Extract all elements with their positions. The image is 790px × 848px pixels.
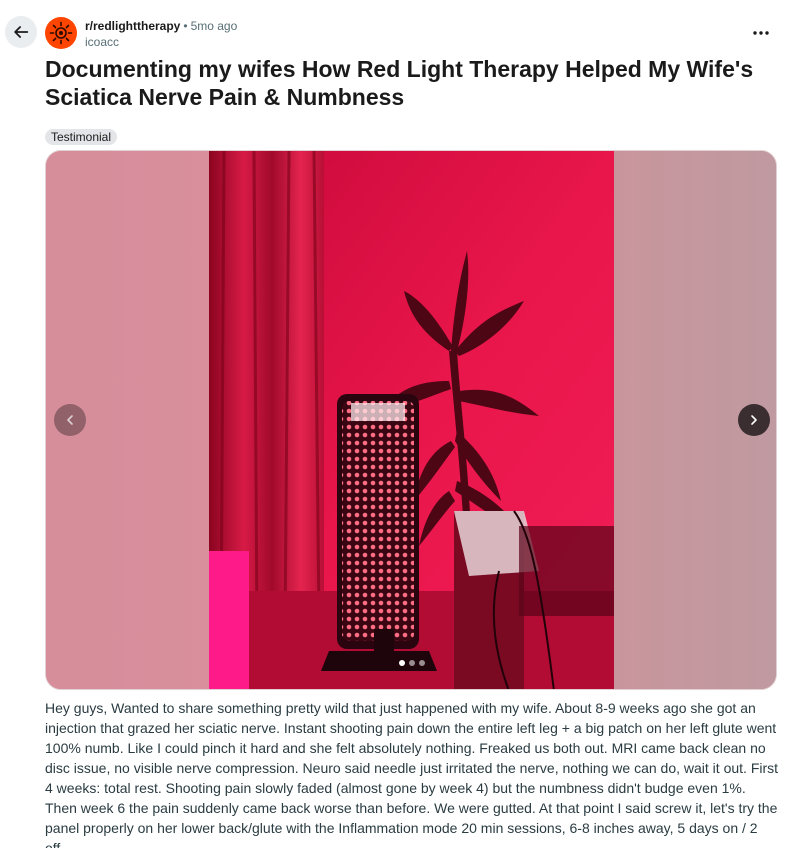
chevron-left-icon (67, 415, 73, 425)
post-title: Documenting my wifes How Red Light Thera… (45, 56, 754, 110)
post-meta: r/redlighttherapy • 5mo ago (85, 18, 237, 34)
light-bulb-icon (49, 21, 73, 45)
more-options-button[interactable] (748, 22, 774, 44)
back-button[interactable] (5, 16, 37, 48)
chevron-right-icon (751, 415, 757, 425)
post-flair[interactable]: Testimonial (45, 129, 118, 145)
meta-separator: • (183, 19, 188, 33)
image-gallery[interactable] (45, 150, 777, 690)
gallery-dot[interactable] (409, 660, 415, 666)
subreddit-link[interactable]: r/redlighttherapy (85, 19, 180, 33)
post-body: Hey guys, Wanted to share something pret… (45, 700, 779, 848)
more-horizontal-icon (753, 31, 769, 35)
gallery-dot[interactable] (399, 660, 405, 666)
gallery-pagination (393, 657, 431, 669)
author-link[interactable]: icoacc (85, 35, 119, 49)
subreddit-avatar-icon[interactable] (45, 17, 77, 49)
gallery-image[interactable] (209, 151, 614, 690)
post-time: 5mo ago (190, 19, 238, 33)
gallery-next-button[interactable] (738, 404, 770, 436)
gallery-prev-button[interactable] (54, 404, 86, 436)
gallery-dot[interactable] (419, 660, 425, 666)
arrow-left-icon (14, 26, 29, 38)
